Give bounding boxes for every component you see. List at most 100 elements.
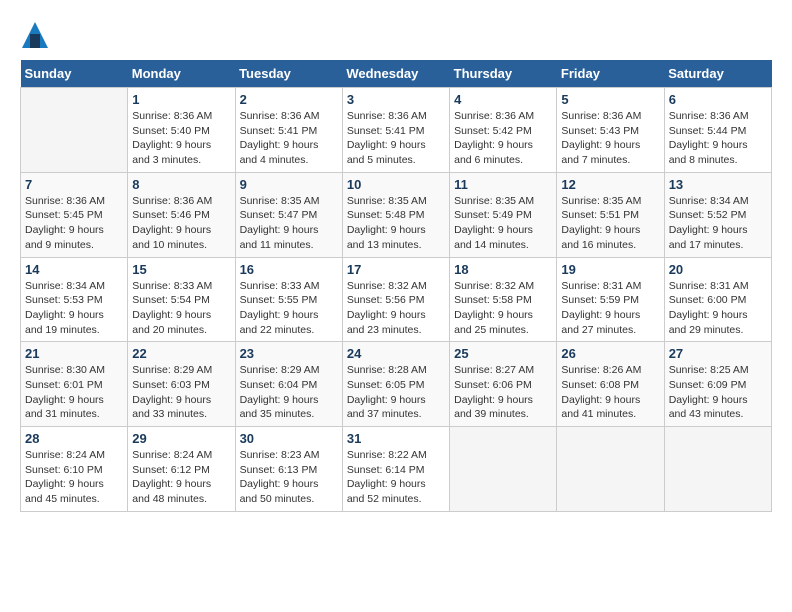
weekday-header-tuesday: Tuesday [235, 60, 342, 88]
page-header [20, 20, 772, 50]
calendar-cell: 15 Sunrise: 8:33 AM Sunset: 5:54 PM Dayli… [128, 257, 235, 342]
day-number: 21 [25, 346, 123, 361]
day-info: Sunrise: 8:30 AM Sunset: 6:01 PM Dayligh… [25, 363, 123, 422]
day-number: 26 [561, 346, 659, 361]
day-number: 16 [240, 262, 338, 277]
day-info: Sunrise: 8:34 AM Sunset: 5:53 PM Dayligh… [25, 279, 123, 338]
weekday-header-friday: Friday [557, 60, 664, 88]
day-number: 13 [669, 177, 767, 192]
calendar-week-4: 21 Sunrise: 8:30 AM Sunset: 6:01 PM Dayli… [21, 342, 772, 427]
day-number: 27 [669, 346, 767, 361]
calendar-cell: 28 Sunrise: 8:24 AM Sunset: 6:10 PM Dayli… [21, 427, 128, 512]
calendar-week-3: 14 Sunrise: 8:34 AM Sunset: 5:53 PM Dayli… [21, 257, 772, 342]
calendar-cell: 23 Sunrise: 8:29 AM Sunset: 6:04 PM Dayli… [235, 342, 342, 427]
calendar-cell: 19 Sunrise: 8:31 AM Sunset: 5:59 PM Dayli… [557, 257, 664, 342]
day-info: Sunrise: 8:36 AM Sunset: 5:43 PM Dayligh… [561, 109, 659, 168]
day-info: Sunrise: 8:36 AM Sunset: 5:40 PM Dayligh… [132, 109, 230, 168]
day-number: 10 [347, 177, 445, 192]
weekday-header-thursday: Thursday [450, 60, 557, 88]
weekday-header-row: SundayMondayTuesdayWednesdayThursdayFrid… [21, 60, 772, 88]
day-info: Sunrise: 8:25 AM Sunset: 6:09 PM Dayligh… [669, 363, 767, 422]
day-info: Sunrise: 8:31 AM Sunset: 5:59 PM Dayligh… [561, 279, 659, 338]
day-number: 2 [240, 92, 338, 107]
calendar-cell: 24Sunrise: 8:28 AM Sunset: 6:05 PM Dayli… [342, 342, 449, 427]
day-number: 15 [132, 262, 230, 277]
calendar-cell: 31 Sunrise: 8:22 AM Sunset: 6:14 PM Dayli… [342, 427, 449, 512]
calendar-cell: 9 Sunrise: 8:35 AM Sunset: 5:47 PM Daylig… [235, 172, 342, 257]
day-info: Sunrise: 8:29 AM Sunset: 6:04 PM Dayligh… [240, 363, 338, 422]
day-number: 5 [561, 92, 659, 107]
day-number: 22 [132, 346, 230, 361]
day-number: 23 [240, 346, 338, 361]
calendar-cell: 8 Sunrise: 8:36 AM Sunset: 5:46 PM Daylig… [128, 172, 235, 257]
calendar-cell [450, 427, 557, 512]
day-info: Sunrise: 8:36 AM Sunset: 5:41 PM Dayligh… [347, 109, 445, 168]
calendar-cell: 12 Sunrise: 8:35 AM Sunset: 5:51 PM Dayli… [557, 172, 664, 257]
day-info: Sunrise: 8:35 AM Sunset: 5:49 PM Dayligh… [454, 194, 552, 253]
day-info: Sunrise: 8:36 AM Sunset: 5:44 PM Dayligh… [669, 109, 767, 168]
day-number: 14 [25, 262, 123, 277]
day-info: Sunrise: 8:36 AM Sunset: 5:45 PM Dayligh… [25, 194, 123, 253]
day-info: Sunrise: 8:29 AM Sunset: 6:03 PM Dayligh… [132, 363, 230, 422]
day-number: 18 [454, 262, 552, 277]
calendar-cell: 2Sunrise: 8:36 AM Sunset: 5:41 PM Daylig… [235, 88, 342, 173]
day-number: 7 [25, 177, 123, 192]
calendar-week-5: 28 Sunrise: 8:24 AM Sunset: 6:10 PM Dayli… [21, 427, 772, 512]
day-info: Sunrise: 8:24 AM Sunset: 6:12 PM Dayligh… [132, 448, 230, 507]
day-info: Sunrise: 8:27 AM Sunset: 6:06 PM Dayligh… [454, 363, 552, 422]
day-info: Sunrise: 8:32 AM Sunset: 5:56 PM Dayligh… [347, 279, 445, 338]
calendar-cell: 4 Sunrise: 8:36 AM Sunset: 5:42 PM Daylig… [450, 88, 557, 173]
weekday-header-wednesday: Wednesday [342, 60, 449, 88]
day-number: 4 [454, 92, 552, 107]
day-number: 3 [347, 92, 445, 107]
calendar-cell: 17 Sunrise: 8:32 AM Sunset: 5:56 PM Dayli… [342, 257, 449, 342]
logo-icon [20, 20, 50, 50]
day-info: Sunrise: 8:33 AM Sunset: 5:54 PM Dayligh… [132, 279, 230, 338]
day-info: Sunrise: 8:28 AM Sunset: 6:05 PM Dayligh… [347, 363, 445, 422]
calendar-cell: 25Sunrise: 8:27 AM Sunset: 6:06 PM Dayli… [450, 342, 557, 427]
logo [20, 20, 54, 50]
day-info: Sunrise: 8:23 AM Sunset: 6:13 PM Dayligh… [240, 448, 338, 507]
day-number: 12 [561, 177, 659, 192]
calendar-cell: 18 Sunrise: 8:32 AM Sunset: 5:58 PM Dayli… [450, 257, 557, 342]
day-number: 8 [132, 177, 230, 192]
calendar-cell: 26Sunrise: 8:26 AM Sunset: 6:08 PM Dayli… [557, 342, 664, 427]
day-info: Sunrise: 8:34 AM Sunset: 5:52 PM Dayligh… [669, 194, 767, 253]
calendar-week-2: 7 Sunrise: 8:36 AM Sunset: 5:45 PM Daylig… [21, 172, 772, 257]
calendar-cell: 5 Sunrise: 8:36 AM Sunset: 5:43 PM Daylig… [557, 88, 664, 173]
calendar-week-1: 1Sunrise: 8:36 AM Sunset: 5:40 PM Daylig… [21, 88, 772, 173]
calendar-cell: 13 Sunrise: 8:34 AM Sunset: 5:52 PM Dayli… [664, 172, 771, 257]
calendar-cell: 11 Sunrise: 8:35 AM Sunset: 5:49 PM Dayli… [450, 172, 557, 257]
day-info: Sunrise: 8:36 AM Sunset: 5:46 PM Dayligh… [132, 194, 230, 253]
day-info: Sunrise: 8:31 AM Sunset: 6:00 PM Dayligh… [669, 279, 767, 338]
day-info: Sunrise: 8:33 AM Sunset: 5:55 PM Dayligh… [240, 279, 338, 338]
day-info: Sunrise: 8:32 AM Sunset: 5:58 PM Dayligh… [454, 279, 552, 338]
day-number: 9 [240, 177, 338, 192]
calendar-cell: 27 Sunrise: 8:25 AM Sunset: 6:09 PM Dayli… [664, 342, 771, 427]
day-info: Sunrise: 8:35 AM Sunset: 5:48 PM Dayligh… [347, 194, 445, 253]
day-number: 29 [132, 431, 230, 446]
day-number: 20 [669, 262, 767, 277]
day-info: Sunrise: 8:24 AM Sunset: 6:10 PM Dayligh… [25, 448, 123, 507]
calendar-table: SundayMondayTuesdayWednesdayThursdayFrid… [20, 60, 772, 512]
day-info: Sunrise: 8:35 AM Sunset: 5:47 PM Dayligh… [240, 194, 338, 253]
calendar-cell: 3 Sunrise: 8:36 AM Sunset: 5:41 PM Daylig… [342, 88, 449, 173]
calendar-cell: 29 Sunrise: 8:24 AM Sunset: 6:12 PM Dayli… [128, 427, 235, 512]
weekday-header-monday: Monday [128, 60, 235, 88]
calendar-cell: 6Sunrise: 8:36 AM Sunset: 5:44 PM Daylig… [664, 88, 771, 173]
calendar-cell [664, 427, 771, 512]
day-number: 17 [347, 262, 445, 277]
calendar-cell [21, 88, 128, 173]
day-info: Sunrise: 8:36 AM Sunset: 5:42 PM Dayligh… [454, 109, 552, 168]
day-info: Sunrise: 8:22 AM Sunset: 6:14 PM Dayligh… [347, 448, 445, 507]
calendar-cell: 22 Sunrise: 8:29 AM Sunset: 6:03 PM Dayli… [128, 342, 235, 427]
day-number: 28 [25, 431, 123, 446]
calendar-cell: 10 Sunrise: 8:35 AM Sunset: 5:48 PM Dayli… [342, 172, 449, 257]
day-number: 31 [347, 431, 445, 446]
day-number: 19 [561, 262, 659, 277]
day-info: Sunrise: 8:35 AM Sunset: 5:51 PM Dayligh… [561, 194, 659, 253]
calendar-cell [557, 427, 664, 512]
calendar-cell: 14 Sunrise: 8:34 AM Sunset: 5:53 PM Dayli… [21, 257, 128, 342]
day-number: 11 [454, 177, 552, 192]
calendar-cell: 21 Sunrise: 8:30 AM Sunset: 6:01 PM Dayli… [21, 342, 128, 427]
